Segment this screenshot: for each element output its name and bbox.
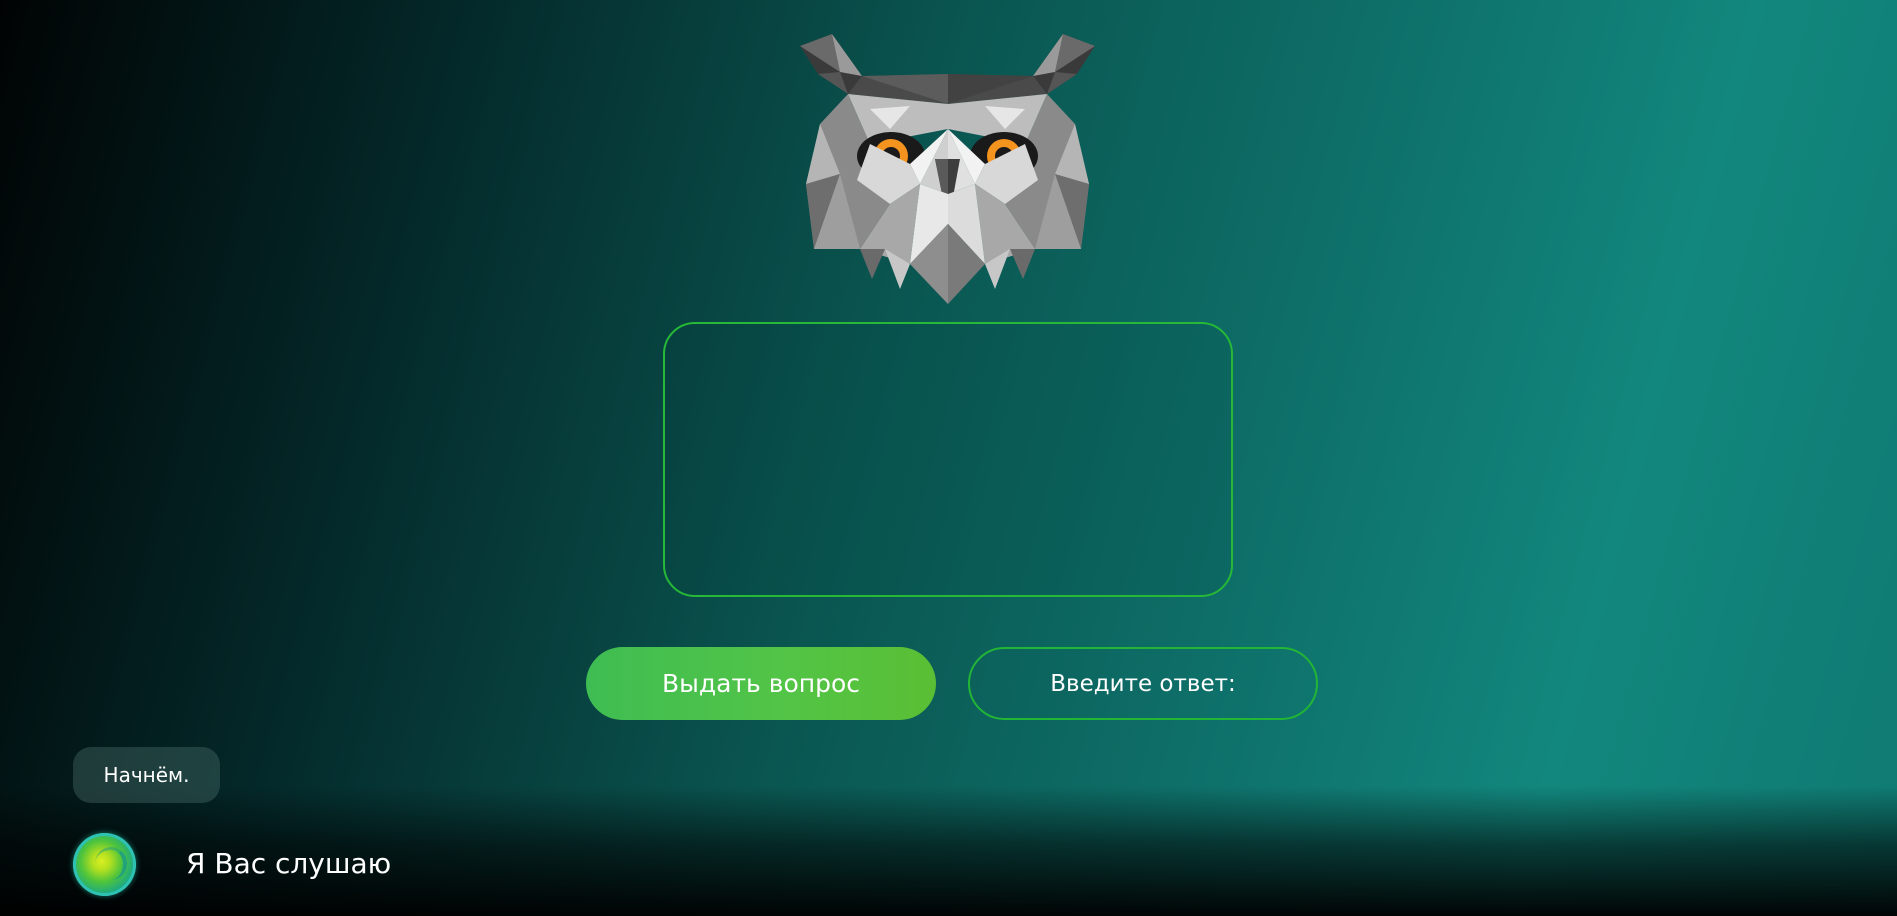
question-display-box [663, 322, 1233, 597]
chat-bubble-text: Начнём. [103, 763, 190, 787]
chat-bubble[interactable]: Начнём. [73, 747, 220, 803]
owl-logo-icon [800, 34, 1095, 304]
get-question-button[interactable]: Выдать вопрос [586, 647, 936, 720]
get-question-label: Выдать вопрос [661, 669, 861, 698]
assistant-status-text: Я Вас слушаю [186, 847, 392, 880]
answer-label: Введите ответ: [1050, 670, 1236, 697]
assistant-orb-icon[interactable] [73, 833, 136, 896]
answer-input-button[interactable]: Введите ответ: [968, 647, 1318, 720]
